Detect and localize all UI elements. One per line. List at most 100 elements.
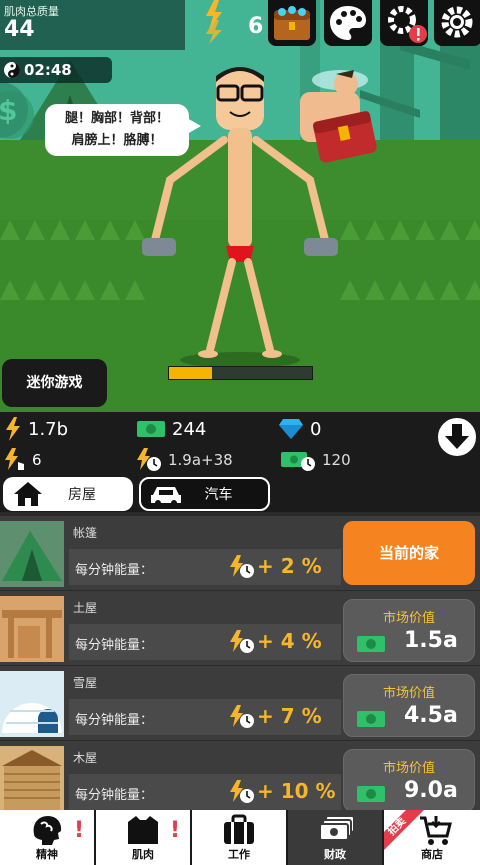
stat-cash-per-time: 120 [280,447,351,473]
house-name: 土屋 [73,601,98,615]
wood-cabin-icon [0,746,64,810]
energy-indicator: 6 [200,0,270,44]
nav-shop[interactable]: 拍卖 商店 [384,810,480,865]
speech-line-1: 腿！胸部！背部！ [64,111,169,126]
svg-text:$: $ [0,94,17,127]
stat-energy: 1.7b [4,416,68,442]
lightning-clock-icon [230,705,254,728]
energy-bonus: + 2 % [257,554,322,578]
bottom-nav: ! 精神 ! 肌肉 工作 财政 拍卖 商店 [0,810,480,865]
nav-muscle-label: 肌肉 [132,848,154,861]
nav-spirit-label: 精神 [36,848,58,861]
energy-label: 每分钟能量： [75,713,154,728]
energy-bonus: + 4 % [257,629,322,653]
stat-energy-value: 1.7b [28,418,69,440]
cash-icon [137,421,165,437]
igloo-icon [0,671,64,737]
stats-bar: 1.7b 244 0 6 1.9a+38 120 [0,412,480,476]
customize-button[interactable] [324,0,372,46]
tab-car[interactable]: 汽车 [139,477,270,511]
lightning-icon [206,0,222,44]
energy-label: 每分钟能量： [75,638,154,653]
treasure-chest-icon [274,6,310,40]
list-item: 土屋 每分钟能量： + 4 % 市场价值 1.5a [0,591,480,665]
nav-work[interactable]: 工作 [192,810,286,865]
cash-icon [357,711,385,727]
list-item: 雪屋 每分钟能量： + 7 % 市场价值 4.5a [0,666,480,740]
lightning-clock-icon [230,780,254,803]
palette-icon [330,6,366,40]
house-list: 帐篷 每分钟能量： + 2 % 当前的家 土屋 每分钟能量： + 4 % 市场价… [0,512,480,810]
house-price: 1.5a [404,628,458,653]
timer-panel: 02:48 [0,57,112,83]
tab-house[interactable]: 房屋 [3,477,133,511]
market-value-label: 市场价值 [382,761,435,776]
cash-stack-icon [319,815,355,841]
stat-energy-per-tap: 6 [4,447,42,473]
diamond-icon [279,419,303,439]
category-tabs: 房屋 汽车 [0,476,480,512]
current-home-button[interactable]: 当前的家 [343,521,475,585]
tent-icon [0,521,64,587]
list-item: 帐篷 每分钟能量： + 2 % 当前的家 [0,516,480,590]
settings-button[interactable] [434,0,480,46]
stat-energy-per-tap-value: 6 [32,451,42,469]
tab-house-label: 房屋 [68,487,96,503]
muscle-total-value: 44 [4,17,35,42]
gear-alert-icon [388,6,427,43]
stat-cash-per-time-value: 120 [322,451,351,469]
nav-shop-label: 商店 [421,848,443,861]
nav-finance[interactable]: 财政 [288,810,382,865]
stat-gems-value: 0 [310,418,322,440]
energy-per-minute: 每分钟能量： + 4 % [69,624,341,660]
brain-icon [33,816,62,845]
energy-bonus: + 10 % [257,779,336,803]
nav-muscle[interactable]: ! 肌肉 [96,810,190,865]
lightning-clock-icon [137,448,161,471]
lightning-icon [6,417,20,441]
stat-cash-value: 244 [172,418,207,440]
energy-per-minute: 每分钟能量： + 2 % [69,549,341,585]
energy-per-minute: 每分钟能量： + 7 % [69,699,341,735]
collapse-down-button[interactable] [435,415,479,459]
energy-count: 6 [248,14,264,39]
treasure-button[interactable] [268,0,316,46]
gear-icon [441,6,473,38]
energy-label: 每分钟能量： [75,788,154,803]
buy-house-button[interactable]: 市场价值 9.0a [343,749,475,810]
house-name: 帐篷 [73,526,98,540]
buy-house-button[interactable]: 市场价值 1.5a [343,599,475,662]
stat-gems: 0 [278,416,321,442]
energy-label: 每分钟能量： [75,563,154,578]
house-price: 9.0a [404,778,458,803]
tap-lightning-icon [5,448,24,470]
timer-value: 02:48 [24,61,72,79]
tab-car-label: 汽车 [204,487,233,503]
game-scene: $ 肌肉总质量 44 6 02:48 腿！胸部！背部！ 肩膀上！胳膊！ 迷你游戏 [0,0,480,412]
lightning-clock-icon [230,630,254,653]
cash-icon [357,786,385,802]
speech-bubble: 腿！胸部！背部！ 肩膀上！胳膊！ [45,104,201,156]
speech-line-2: 肩膀上！胳膊！ [71,133,163,148]
muscle-total-panel: 肌肉总质量 44 [0,0,185,50]
cash-clock-icon [281,452,315,471]
nav-alert: ! [170,818,181,843]
nav-work-label: 工作 [228,848,250,861]
stat-energy-per-time: 1.9a+38 [136,447,233,473]
market-value-label: 市场价值 [382,686,435,701]
market-value-label: 市场价值 [382,611,435,626]
nav-alert: ! [74,818,85,843]
house-price: 4.5a [404,703,458,728]
buy-house-button[interactable]: 市场价值 4.5a [343,674,475,737]
house-name: 雪屋 [73,676,98,690]
mini-game-button[interactable]: 迷你游戏 [2,359,107,407]
arrow-down-icon [445,424,469,449]
nav-spirit[interactable]: ! 精神 [0,810,94,865]
stat-cash: 244 [136,416,206,442]
house-name: 木屋 [73,751,98,765]
mud-house-icon [0,596,64,662]
list-item: 木屋 每分钟能量： + 10 % 市场价值 9.0a [0,741,480,810]
nav-finance-label: 财政 [324,848,346,861]
training-progress-bar [168,366,313,380]
upgrade-settings-button[interactable] [380,0,428,46]
